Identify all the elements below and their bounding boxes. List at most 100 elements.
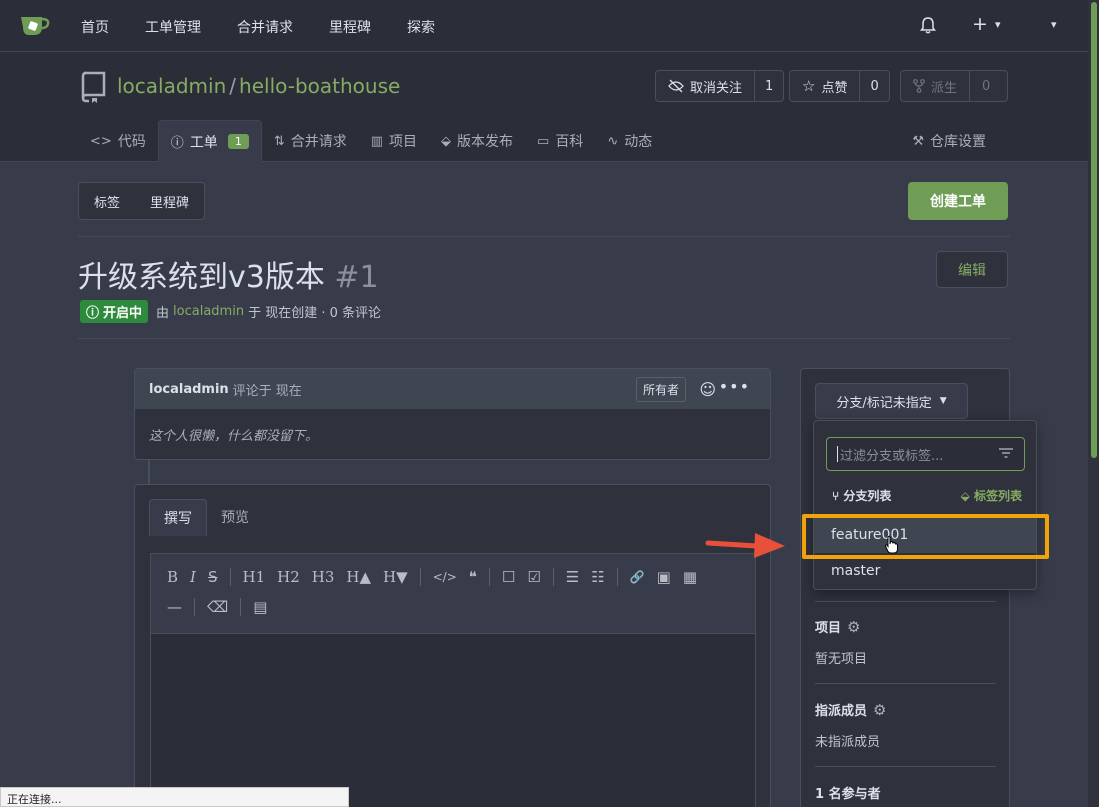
heading-bigger-icon[interactable]: H▲	[340, 568, 377, 586]
participants-label: 1 名参与者	[815, 787, 881, 802]
branch-select-button[interactable]: 分支/标记未指定 ▼	[815, 383, 968, 419]
table-icon[interactable]: ▦	[677, 568, 703, 586]
author-link[interactable]: localadmin	[173, 304, 244, 319]
comment-author[interactable]: localadmin	[149, 382, 229, 397]
nav-issues[interactable]: 工单管理	[145, 17, 201, 37]
branch-filter-input[interactable]: 过滤分支或标签...	[826, 437, 1025, 471]
link-icon[interactable]: 🔗	[624, 570, 651, 584]
checkbox-empty-icon[interactable]: ☐	[496, 568, 521, 586]
gear-icon[interactable]: ⚙	[873, 701, 886, 719]
branch-select-label: 分支/标记未指定	[836, 395, 932, 411]
chevron-down-icon[interactable]: ▾	[995, 18, 1001, 31]
new-issue-button[interactable]: 创建工单	[908, 182, 1008, 220]
image-icon[interactable]: ▣	[651, 568, 677, 586]
tab-settings-label: 仓库设置	[930, 134, 986, 150]
nav-milestones[interactable]: 里程碑	[329, 17, 371, 37]
toolbar-row: — ⌫ ▤	[161, 592, 745, 622]
issue-open-icon: ⓘ	[86, 306, 100, 321]
repo-tabs: <> 代码 ⓘ 工单 1 ⇅ 合并请求 ▥ 项目 ⬙ 版本发布 ▭ 百科 ∿ 动…	[78, 120, 664, 162]
unwatch-button[interactable]: 取消关注	[656, 71, 756, 101]
tools-icon: ⚒	[912, 133, 924, 149]
checkbox-checked-icon[interactable]: ☑	[521, 568, 546, 586]
file-icon[interactable]: ▤	[247, 598, 273, 616]
pull-request-icon: ⇅	[273, 133, 285, 149]
tab-issues[interactable]: ⓘ 工单 1	[157, 120, 262, 162]
horizontal-rule-icon[interactable]: —	[161, 598, 188, 616]
quote-icon[interactable]: ❝	[463, 568, 483, 586]
tags-tab[interactable]: ⬙ 标签列表	[961, 487, 1022, 504]
emoji-reaction-icon[interactable]: ☺	[699, 380, 716, 399]
user-menu-chevron-icon[interactable]: ▾	[1051, 18, 1057, 31]
tab-write[interactable]: 撰写	[149, 499, 207, 536]
toolbar-separator	[616, 568, 618, 586]
bell-icon[interactable]	[920, 17, 936, 34]
tab-label: 合并请求	[290, 134, 347, 150]
tab-settings[interactable]: ⚒ 仓库设置	[900, 120, 998, 162]
labels-milestones-group: 标签 里程碑	[78, 182, 206, 220]
fork-button-group: 派生 0	[900, 70, 1008, 102]
tab-releases[interactable]: ⬙ 版本发布	[429, 120, 525, 162]
text-caret	[837, 446, 838, 462]
milestones-button[interactable]: 里程碑	[135, 192, 204, 211]
divider	[815, 601, 996, 602]
assignee-section: 指派成员 ⚙ 未指派成员	[815, 700, 886, 751]
heading-smaller-icon[interactable]: H▼	[377, 568, 414, 586]
hand-cursor-icon	[884, 535, 898, 554]
fork-button[interactable]: 派生	[901, 71, 971, 101]
participants-section: 1 名参与者	[815, 783, 881, 802]
highlight-annotation	[802, 514, 1049, 559]
tab-activity[interactable]: ∿ 动态	[595, 120, 664, 162]
ordered-list-icon[interactable]: ☷	[585, 568, 610, 586]
top-navbar: 首页 工单管理 合并请求 里程碑 探索 + ▾ ▾	[0, 0, 1088, 52]
unordered-list-icon[interactable]: ☰	[560, 568, 585, 586]
unwatch-button-group: 取消关注 1	[655, 70, 785, 102]
tab-code[interactable]: <> 代码	[78, 120, 158, 162]
gear-icon[interactable]: ⚙	[847, 618, 860, 636]
watch-count[interactable]: 1	[755, 79, 783, 94]
divider	[815, 766, 996, 767]
tags-tab-label: 标签列表	[973, 489, 1022, 503]
tab-pulls[interactable]: ⇅ 合并请求	[262, 120, 359, 162]
more-options-icon[interactable]: •••	[719, 377, 750, 396]
branches-tab[interactable]: ⑂ 分支列表	[832, 487, 891, 504]
project-icon: ▥	[370, 133, 384, 149]
editor-area[interactable]: B I S H1 H2 H3 H▲ H▼ </> ❝ ☐ ☑ ☰ ☷ 🔗 ▣ ▦…	[150, 553, 756, 807]
eye-closed-icon	[668, 79, 684, 93]
toolbar-separator	[488, 568, 490, 586]
chevron-down-icon: ▼	[939, 396, 947, 406]
owner-tag: 所有者	[635, 377, 686, 402]
code-icon[interactable]: </>	[427, 570, 463, 584]
fork-count[interactable]: 0	[970, 79, 1002, 94]
assignee-header[interactable]: 指派成员 ⚙	[815, 700, 886, 720]
star-button[interactable]: ☆ 点赞	[790, 71, 861, 101]
labels-button[interactable]: 标签	[79, 192, 135, 211]
italic-icon[interactable]: I	[184, 568, 202, 586]
scrollbar-thumb[interactable]	[1091, 2, 1097, 458]
project-header[interactable]: 项目 ⚙	[815, 617, 867, 637]
arrow-annotation-icon	[705, 533, 785, 558]
page-scrollbar[interactable]	[1088, 0, 1099, 807]
comment-body: 这个人很懒，什么都没留下。	[149, 429, 319, 444]
tab-projects[interactable]: ▥ 项目	[359, 120, 429, 162]
tab-label: 代码	[117, 134, 146, 150]
repo-owner-link[interactable]: localadmin	[117, 74, 226, 98]
repo-name-link[interactable]: hello-boathouse	[239, 74, 400, 98]
gitea-logo-icon[interactable]	[20, 13, 50, 39]
nav-home[interactable]: 首页	[81, 17, 109, 37]
heading2-icon[interactable]: H2	[271, 568, 306, 586]
plus-icon[interactable]: +	[972, 13, 988, 35]
tab-preview[interactable]: 预览	[207, 499, 263, 536]
star-count[interactable]: 0	[860, 79, 888, 94]
heading3-icon[interactable]: H3	[306, 568, 341, 586]
toolbar-row: B I S H1 H2 H3 H▲ H▼ </> ❝ ☐ ☑ ☰ ☷ 🔗 ▣ ▦	[161, 562, 745, 592]
strikethrough-icon[interactable]: S	[202, 568, 224, 586]
heading1-icon[interactable]: H1	[237, 568, 272, 586]
bold-icon[interactable]: B	[161, 568, 184, 586]
nav-explore[interactable]: 探索	[407, 17, 435, 37]
comment-header: localadmin 评论于 现在 所有者 ☺ •••	[135, 369, 770, 409]
nav-pulls[interactable]: 合并请求	[237, 17, 293, 37]
tab-wiki[interactable]: ▭ 百科	[525, 120, 595, 162]
edit-title-button[interactable]: 编辑	[936, 251, 1008, 288]
assignee-label: 指派成员	[815, 704, 868, 719]
eraser-icon[interactable]: ⌫	[201, 598, 234, 616]
